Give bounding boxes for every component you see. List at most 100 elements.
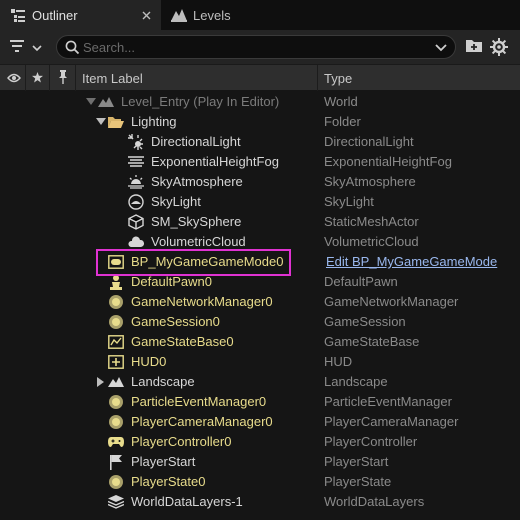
chevron-down-icon[interactable] <box>86 96 96 108</box>
filter-icon <box>10 39 28 56</box>
controller-icon <box>108 434 124 450</box>
tree-row[interactable]: SkyLight SkyLight <box>0 192 520 212</box>
hud-icon <box>108 354 124 370</box>
camera-manager-icon <box>108 414 124 430</box>
item-label: DirectionalLight <box>151 134 241 149</box>
item-label: Landscape <box>131 374 195 389</box>
item-label: Lighting <box>131 114 177 129</box>
tree-row[interactable]: WorldDataLayers-1 WorldDataLayers <box>0 492 520 512</box>
tree-row[interactable]: PlayerCameraManager0 PlayerCameraManager <box>0 412 520 432</box>
item-type: GameStateBase <box>324 334 420 349</box>
item-type: GameSession <box>324 314 406 329</box>
search-input[interactable] <box>83 38 423 56</box>
item-label: Level_Entry (Play In Editor) <box>121 94 280 109</box>
edit-blueprint-link[interactable]: Edit BP_MyGameGameMode <box>326 254 497 269</box>
game-state-icon <box>108 334 124 350</box>
tab-bar: Outliner Levels <box>0 0 520 30</box>
item-label: ExponentialHeightFog <box>151 154 279 169</box>
add-folder-button[interactable] <box>466 38 484 56</box>
sky-light-icon <box>128 194 144 210</box>
tree-row[interactable]: GameNetworkManager0 GameNetworkManager <box>0 292 520 312</box>
tree-row[interactable]: SM_SkySphere StaticMeshActor <box>0 212 520 232</box>
gear-icon <box>490 38 508 59</box>
tab-levels-label: Levels <box>193 7 231 23</box>
filter-button[interactable] <box>10 38 46 56</box>
item-type: DefaultPawn <box>324 274 398 289</box>
volumetric-cloud-icon <box>128 234 144 250</box>
settings-button[interactable] <box>490 38 508 56</box>
item-label: SM_SkySphere <box>151 214 242 229</box>
favorite-column-header[interactable] <box>26 65 50 91</box>
item-type: StaticMeshActor <box>324 214 419 229</box>
tree-row[interactable]: GameSession0 GameSession <box>0 312 520 332</box>
item-label: VolumetricCloud <box>151 234 246 249</box>
item-type: ParticleEventManager <box>324 394 452 409</box>
column-header: Item Label Type <box>0 64 520 91</box>
item-label: WorldDataLayers-1 <box>131 494 243 509</box>
selection-highlight-box <box>96 249 291 276</box>
static-mesh-icon <box>128 214 144 230</box>
item-type: PlayerController <box>324 434 418 449</box>
item-label: SkyAtmosphere <box>151 174 243 189</box>
tree-row[interactable]: ExponentialHeightFog ExponentialHeightFog <box>0 152 520 172</box>
player-state-icon <box>108 474 124 490</box>
eye-icon <box>6 71 21 86</box>
item-label: DefaultPawn0 <box>131 274 212 289</box>
landscape-icon <box>108 374 124 390</box>
item-type: Landscape <box>324 374 388 389</box>
tree-row[interactable]: PlayerState0 PlayerState <box>0 472 520 492</box>
star-icon <box>32 71 43 86</box>
tree-row[interactable]: HUD0 HUD <box>0 352 520 372</box>
item-label: ParticleEventManager0 <box>131 394 267 409</box>
tree-row[interactable]: GameStateBase0 GameStateBase <box>0 332 520 352</box>
game-session-icon <box>108 314 124 330</box>
tree-row[interactable]: SkyAtmosphere SkyAtmosphere <box>0 172 520 192</box>
levels-icon <box>171 7 187 23</box>
item-type: GameNetworkManager <box>324 294 459 309</box>
network-manager-icon <box>108 294 124 310</box>
tab-levels[interactable]: Levels <box>161 0 291 30</box>
item-type: VolumetricCloud <box>324 234 419 249</box>
tree-row[interactable]: Level_Entry (Play In Editor) World <box>0 92 520 112</box>
tree-row[interactable]: Lighting Folder <box>0 112 520 132</box>
item-type: PlayerState <box>324 474 392 489</box>
item-type: PlayerCameraManager <box>324 414 459 429</box>
item-type: World <box>324 94 358 109</box>
chevron-down-icon[interactable] <box>96 116 106 128</box>
item-type: SkyAtmosphere <box>324 174 416 189</box>
tree-row[interactable]: Landscape Landscape <box>0 372 520 392</box>
search-icon <box>65 40 81 56</box>
chevron-down-icon <box>32 40 42 55</box>
item-label: PlayerState0 <box>131 474 206 489</box>
directional-light-icon <box>128 134 144 150</box>
tree-row[interactable]: ParticleEventManager0 ParticleEventManage… <box>0 392 520 412</box>
item-label: PlayerController0 <box>131 434 232 449</box>
tab-outliner-label: Outliner <box>32 7 78 23</box>
item-type: PlayerStart <box>324 454 389 469</box>
tree-row[interactable]: PlayerController0 PlayerController <box>0 432 520 452</box>
folder-open-icon <box>108 114 124 130</box>
item-label-column-header[interactable]: Item Label <box>76 65 318 91</box>
item-type: DirectionalLight <box>324 134 414 149</box>
world-icon <box>98 94 114 110</box>
item-label: GameSession0 <box>131 314 220 329</box>
chevron-right-icon[interactable] <box>96 376 106 388</box>
item-type: HUD <box>324 354 353 369</box>
height-fog-icon <box>128 154 144 170</box>
tree-row[interactable]: DirectionalLight DirectionalLight <box>0 132 520 152</box>
search-dropdown-chevron-icon[interactable] <box>435 41 447 53</box>
visibility-column-header[interactable] <box>2 65 26 91</box>
tab-outliner[interactable]: Outliner <box>0 0 161 30</box>
toolbar <box>0 30 520 64</box>
tree-row[interactable]: PlayerStart PlayerStart <box>0 452 520 472</box>
item-label: PlayerCameraManager0 <box>131 414 273 429</box>
item-label: PlayerStart <box>131 454 196 469</box>
type-column-header[interactable]: Type <box>318 65 520 91</box>
particle-manager-icon <box>108 394 124 410</box>
pawn-icon <box>108 274 124 290</box>
pin-column-header[interactable] <box>50 65 76 91</box>
close-icon[interactable] <box>139 8 153 22</box>
search-box[interactable] <box>56 35 456 59</box>
sky-atmosphere-icon <box>128 174 144 190</box>
item-label: GameStateBase0 <box>131 334 234 349</box>
